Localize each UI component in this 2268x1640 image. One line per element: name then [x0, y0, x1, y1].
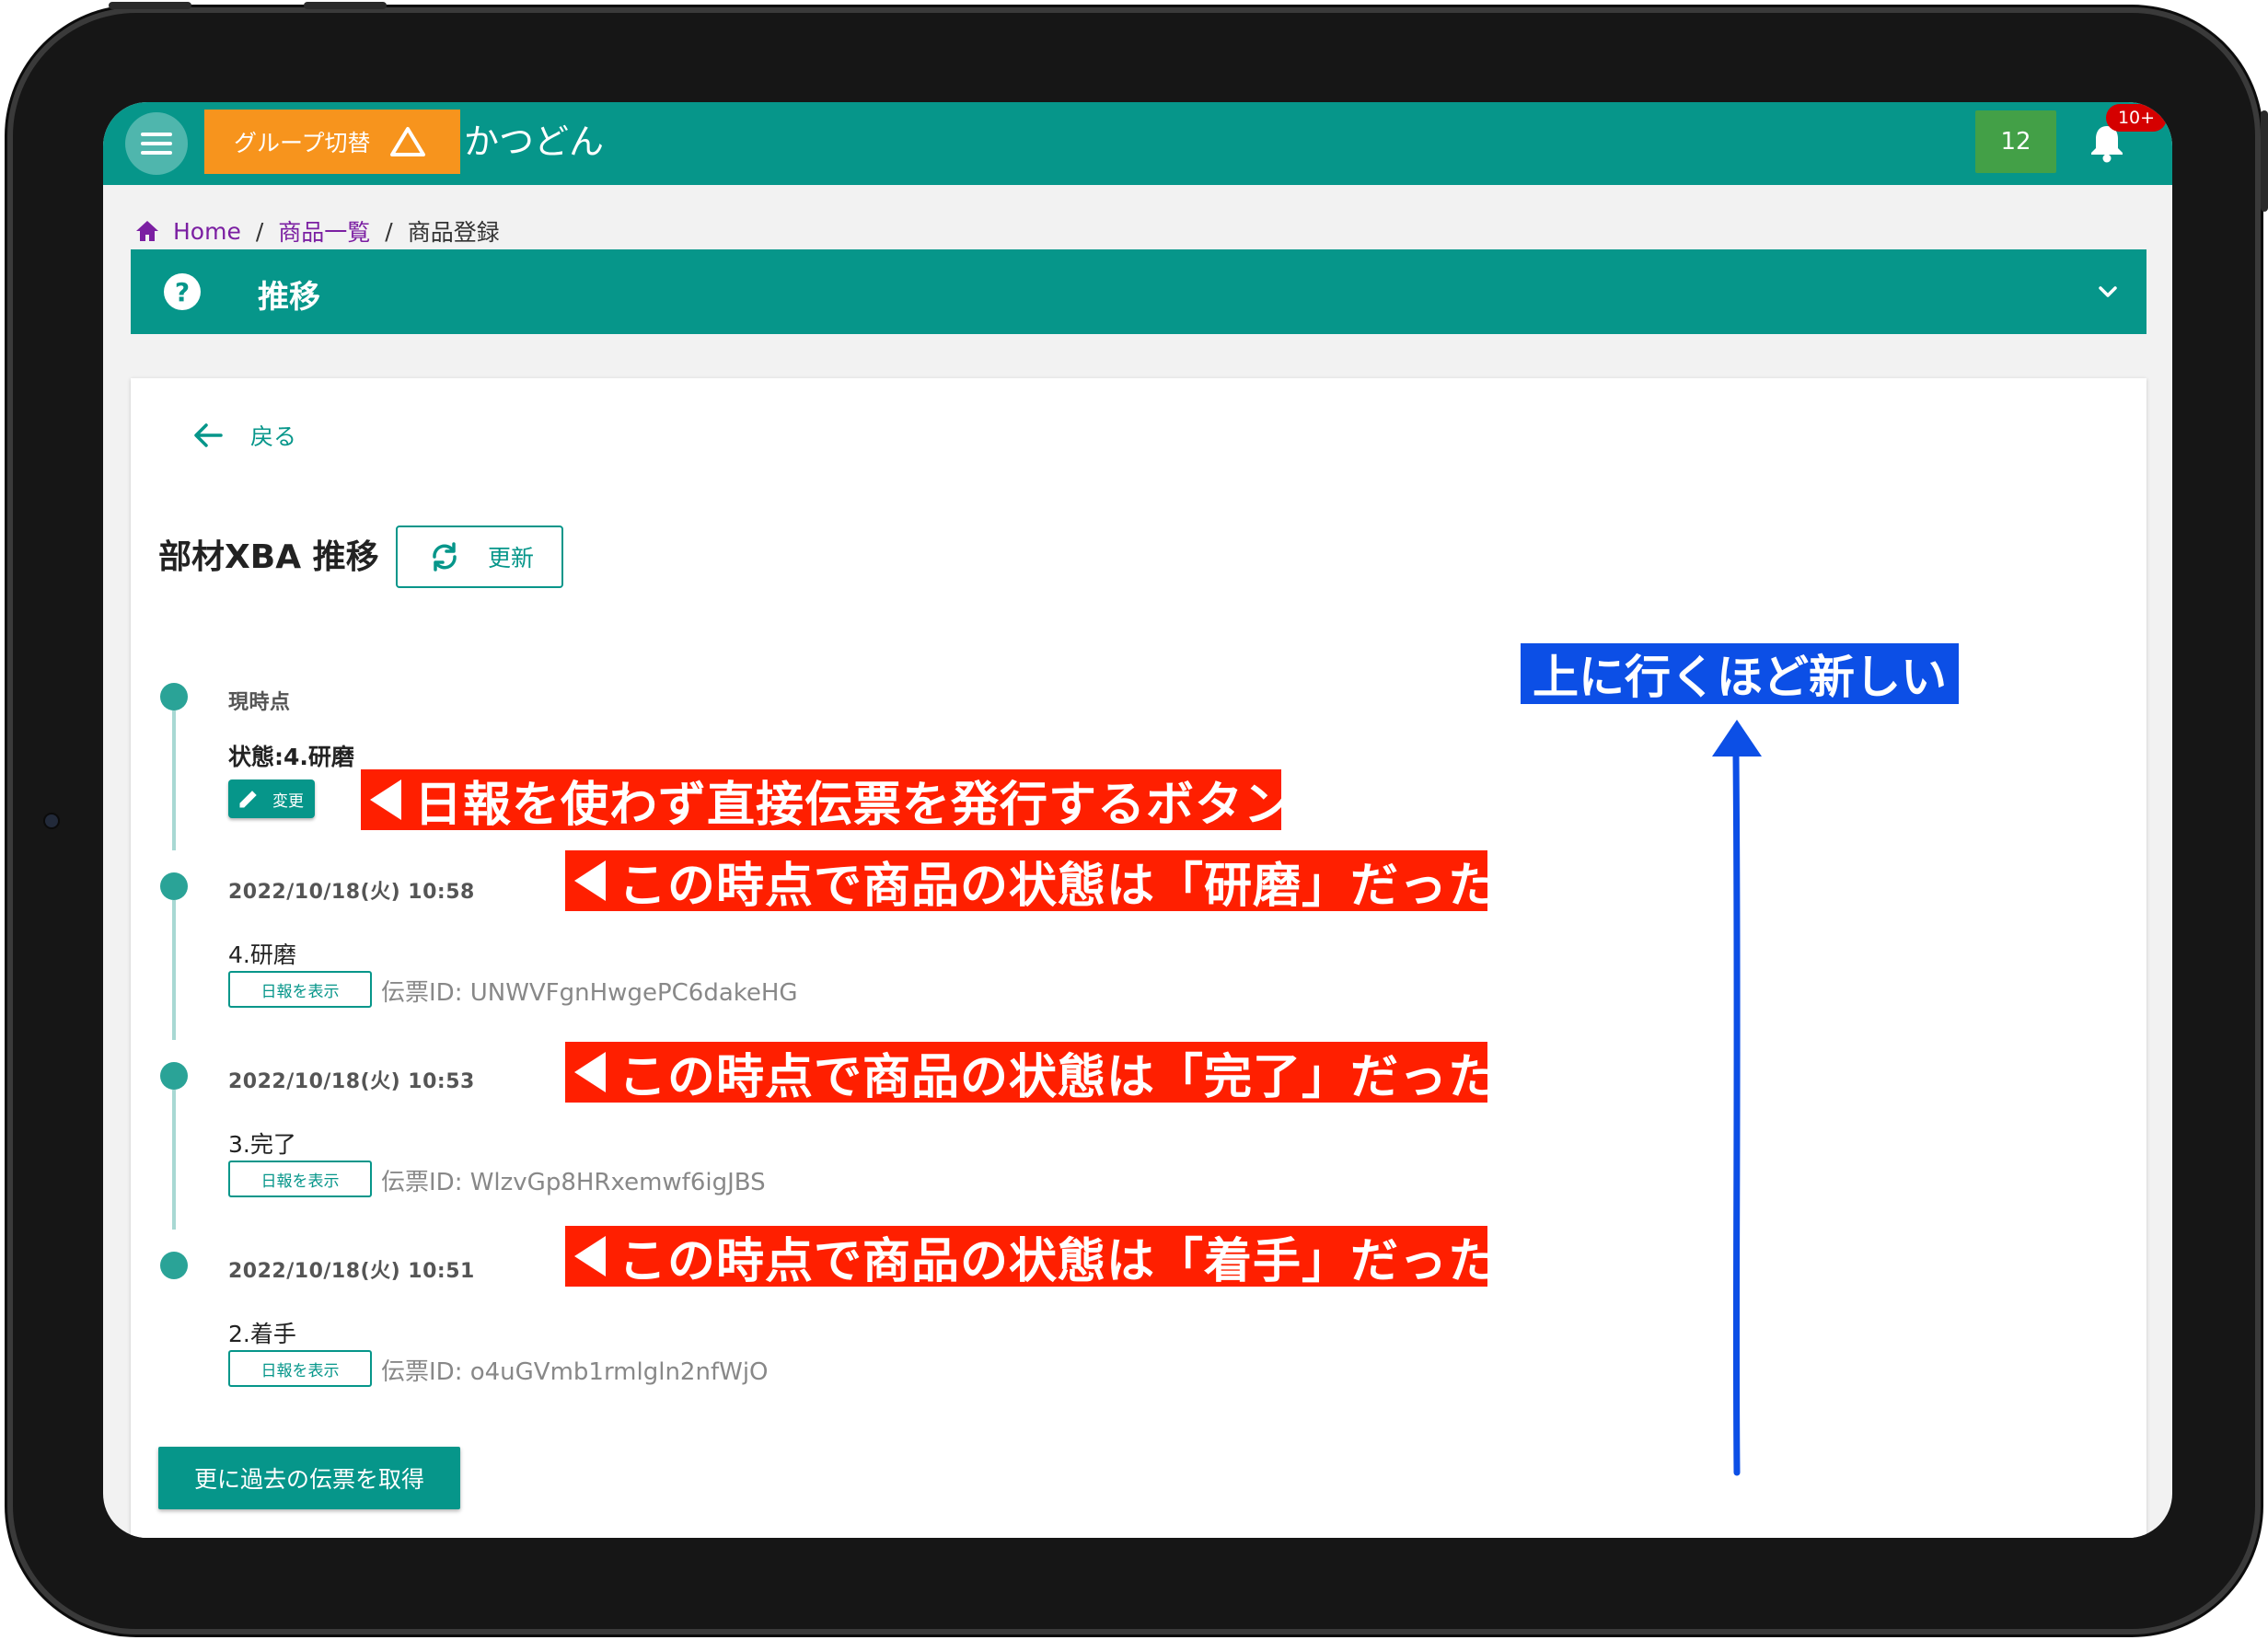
- annotation-entry-1-text: この時点で商品の状態は「研磨」だった: [619, 858, 1498, 914]
- annotation-entry-1: この時点で商品の状態は「研磨」だった: [565, 850, 1496, 914]
- timeline-connector: [172, 710, 176, 850]
- app-bar: グループ切替 かつどん 12 10+: [103, 102, 2172, 185]
- slip-id: 伝票ID: UNWVFgnHwgePC6dakeHG: [381, 979, 798, 1007]
- history-card: 戻る 部材XBA 推移 更新 現時点 状態:4.研磨 変更 2022/10/18…: [131, 378, 2146, 1538]
- timeline-connector: [172, 900, 176, 1040]
- timeline-dot: [160, 683, 188, 710]
- help-title: 推移: [258, 279, 320, 316]
- home-icon[interactable]: [134, 219, 160, 243]
- annotation-entry-2-text: この時点で商品の状態は「完了」だった: [619, 1049, 1498, 1105]
- timeline-dot: [160, 1062, 188, 1090]
- refresh-icon: [433, 542, 457, 572]
- help-expansion-bar[interactable]: ? 推移: [131, 249, 2146, 334]
- chevron-down-icon[interactable]: [2093, 279, 2123, 305]
- entry-timestamp: 2022/10/18(火) 10:53: [228, 1070, 475, 1093]
- slip-id: 伝票ID: WlzvGp8HRxemwf6igJBS: [381, 1169, 766, 1196]
- triangle-left-icon: [574, 1052, 606, 1092]
- breadcrumb-current: 商品登録: [407, 219, 500, 246]
- timeline-connector: [172, 1090, 176, 1230]
- entry-status: 3.完了: [228, 1131, 296, 1158]
- show-report-button[interactable]: 日報を表示: [228, 971, 372, 1008]
- pencil-icon: [239, 791, 257, 808]
- volume-button-top: [109, 2, 191, 9]
- annotation-edit-text: 日報を使わず直接伝票を発行するボタン: [414, 777, 1293, 833]
- front-camera: [45, 814, 58, 827]
- triangle-left-icon: [370, 780, 401, 820]
- refresh-button[interactable]: 更新: [396, 525, 563, 588]
- power-button: [2261, 110, 2268, 212]
- show-report-button[interactable]: 日報を表示: [228, 1350, 372, 1387]
- breadcrumb-home[interactable]: Home: [173, 218, 241, 245]
- volume-button-bottom: [304, 2, 387, 9]
- show-report-button[interactable]: 日報を表示: [228, 1161, 372, 1197]
- annotation-entry-3-text: この時点で商品の状態は「着手」だった: [619, 1233, 1498, 1289]
- notification-badge: 10+: [2106, 104, 2167, 132]
- breadcrumb-product-list[interactable]: 商品一覧: [278, 214, 370, 248]
- annotation-order-note: 上に行くほど新しい: [1521, 643, 1959, 704]
- timeline-current-label: 現時点: [228, 691, 291, 714]
- load-older-slips-button[interactable]: 更に過去の伝票を取得: [158, 1447, 460, 1509]
- annotation-entry-3: この時点で商品の状態は「着手」だった: [565, 1226, 1496, 1289]
- slip-id: 伝票ID: o4uGVmb1rmlgln2nfWjO: [381, 1358, 769, 1386]
- timeline-dot: [160, 872, 188, 900]
- edit-label: 変更: [272, 791, 304, 811]
- triangle-left-icon: [574, 860, 606, 901]
- annotation-entry-2: この時点で商品の状態は「完了」だった: [565, 1042, 1496, 1105]
- breadcrumb: Home / 商品一覧 / 商品登録: [134, 214, 500, 248]
- timeline-dot: [160, 1252, 188, 1279]
- breadcrumb-separator: /: [385, 217, 393, 245]
- triangle-left-icon: [574, 1236, 606, 1276]
- edit-status-button[interactable]: 変更: [228, 780, 315, 818]
- app-title: かつどん: [464, 121, 605, 162]
- entry-timestamp: 2022/10/18(火) 10:58: [228, 881, 475, 904]
- entry-timestamp: 2022/10/18(火) 10:51: [228, 1260, 475, 1283]
- hamburger-icon: [141, 133, 172, 155]
- annotation-edit-note: 日報を使わず直接伝票を発行するボタン: [361, 769, 1291, 833]
- arrow-left-icon: [194, 423, 223, 447]
- count-badge[interactable]: 12: [1975, 110, 2056, 173]
- group-switch-label: グループ切替: [234, 130, 371, 156]
- refresh-label: 更新: [488, 545, 535, 572]
- back-button[interactable]: 戻る: [191, 419, 296, 452]
- arrow-up-icon: [1712, 720, 1762, 1476]
- back-label: 戻る: [250, 423, 297, 450]
- current-status: 状態:4.研磨: [228, 744, 354, 770]
- warning-triangle-icon: [389, 127, 425, 156]
- help-icon: ?: [164, 273, 201, 310]
- menu-button[interactable]: [125, 112, 188, 175]
- entry-status: 2.着手: [228, 1321, 296, 1347]
- group-switch-button[interactable]: グループ切替: [204, 110, 460, 174]
- page-title: 部材XBA 推移: [158, 538, 379, 576]
- breadcrumb-separator: /: [255, 217, 264, 245]
- entry-status: 4.研磨: [228, 941, 296, 968]
